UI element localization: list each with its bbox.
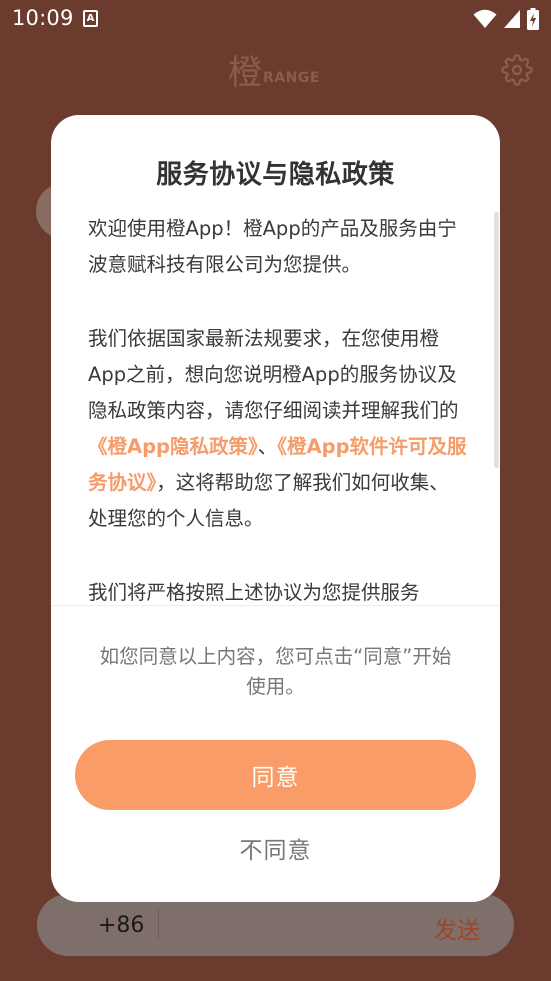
- details-text-before: 我们依据国家最新法规要求，在您使用橙App之前，想向您说明橙App的服务协议及隐…: [88, 327, 459, 422]
- notification-a-icon: A: [83, 10, 98, 27]
- signal-icon: [504, 10, 520, 28]
- policy-paragraph-details: 我们依据国家最新法规要求，在您使用橙App之前，想向您说明橙App的服务协议及隐…: [88, 321, 468, 537]
- agree-button[interactable]: 同意: [75, 740, 476, 810]
- privacy-policy-link[interactable]: 《橙App隐私政策》: [88, 435, 258, 458]
- status-bar: 10:09 A: [0, 0, 551, 38]
- logo-word: RANGE: [263, 70, 320, 86]
- status-time: 10:09: [12, 6, 74, 30]
- battery-charging-icon: [527, 8, 539, 30]
- dialog-title: 服务协议与隐私政策: [156, 160, 395, 190]
- send-code-button[interactable]: 发送: [434, 911, 480, 945]
- policy-text-scroll[interactable]: 欢迎使用橙App！橙App的产品及服务由宁波意赋科技有限公司为您提供。 我们依据…: [88, 211, 468, 605]
- phone-divider: [158, 910, 159, 938]
- policy-paragraph-commitment: 我们将严格按照上述协议为您提供服务: [88, 581, 420, 604]
- app-logo: 橙 RANGE: [228, 52, 320, 92]
- gear-icon[interactable]: [501, 54, 533, 86]
- status-icons: [473, 8, 539, 30]
- logo-char: 橙: [228, 53, 262, 93]
- scrollbar-thumb[interactable]: [494, 212, 499, 468]
- link-separator: 、: [257, 435, 278, 458]
- privacy-dialog: 服务协议与隐私政策 欢迎使用橙App！橙App的产品及服务由宁波意赋科技有限公司…: [51, 115, 500, 902]
- consent-note: 如您同意以上内容，您可点击“同意”开始使用。: [99, 645, 452, 698]
- disagree-button[interactable]: 不同意: [175, 828, 376, 868]
- dialog-divider: [51, 605, 500, 606]
- policy-paragraph-intro: 欢迎使用橙App！橙App的产品及服务由宁波意赋科技有限公司为您提供。: [88, 217, 457, 276]
- country-code[interactable]: +86: [98, 913, 144, 938]
- wifi-icon: [473, 9, 497, 28]
